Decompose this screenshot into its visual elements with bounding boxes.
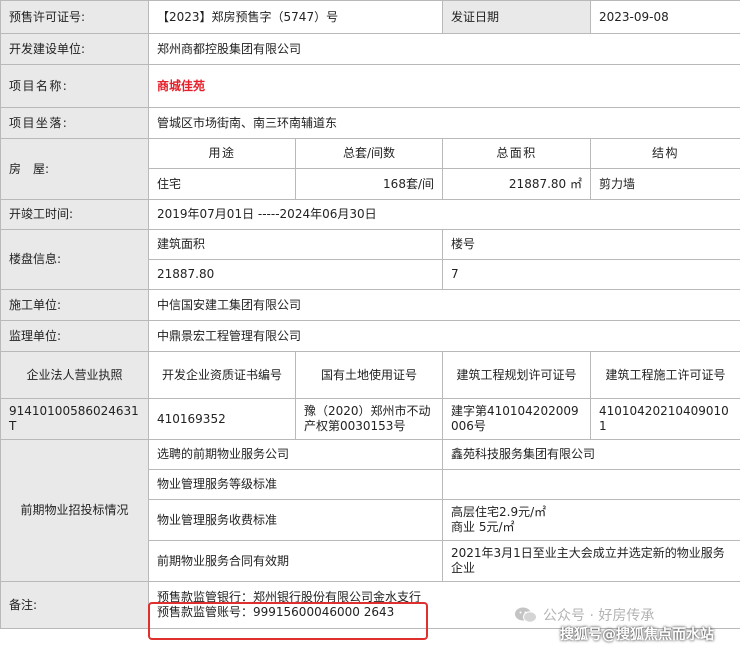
property-company-value: 鑫苑科技服务集团有限公司 <box>442 439 740 470</box>
location-label: 项目坐落: <box>0 107 149 139</box>
land-use-value: 豫（2020）郑州市不动产权第0030153号 <box>295 398 443 440</box>
permit-no-value: 【2023】郑房预售字（5747）号 <box>148 0 443 34</box>
planning-permit-value: 建字第410104202009006号 <box>442 398 591 440</box>
wechat-watermark: 公众号 · 好房传承 <box>514 606 654 624</box>
building-number-value: 7 <box>442 259 740 290</box>
location-value: 管城区市场街南、南三环南辅道东 <box>148 107 740 139</box>
issue-date-value: 2023-09-08 <box>590 0 740 34</box>
housing-header-use: 用途 <box>148 138 296 169</box>
presale-permit-table: 预售许可证号: 【2023】郑房预售字（5747）号 发证日期 2023-09-… <box>0 0 740 629</box>
business-license-value: 91410100586024631T <box>0 398 149 440</box>
housing-area-value: 21887.80 ㎡ <box>442 168 591 200</box>
property-fee-label: 物业管理服务收费标准 <box>148 499 443 541</box>
land-use-header: 国有土地使用证号 <box>295 351 443 399</box>
construction-permit-header: 建筑工程施工许可证号 <box>590 351 740 399</box>
business-license-header: 企业法人营业执照 <box>0 351 149 399</box>
building-area-value: 21887.80 <box>148 259 443 290</box>
housing-header-count: 总套/间数 <box>295 138 443 169</box>
housing-header-area: 总面积 <box>442 138 591 169</box>
housing-label: 房 屋: <box>0 138 149 200</box>
housing-header-structure: 结构 <box>590 138 740 169</box>
project-name-label: 项目名称: <box>0 64 149 108</box>
remarks-label: 备注: <box>0 581 149 629</box>
remarks-highlight-box <box>148 602 428 640</box>
sohu-watermark: 搜狐号@搜狐焦点而水站 <box>560 627 714 643</box>
wechat-icon <box>515 607 537 623</box>
qualification-header: 开发企业资质证书编号 <box>148 351 296 399</box>
property-company-label: 选聘的前期物业服务公司 <box>148 439 443 470</box>
issue-date-label: 发证日期 <box>442 0 591 34</box>
permit-no-label: 预售许可证号: <box>0 0 149 34</box>
planning-permit-header: 建筑工程规划许可证号 <box>442 351 591 399</box>
property-grade-value <box>442 469 740 500</box>
building-info-label: 楼盘信息: <box>0 229 149 290</box>
housing-count-value: 168套/间 <box>295 168 443 200</box>
property-fee-commercial: 商业 5元/㎡ <box>451 520 515 534</box>
contractor-value: 中信国安建工集团有限公司 <box>148 289 740 321</box>
developer-value: 郑州商都控股集团有限公司 <box>148 33 740 65</box>
property-fee-value: 高层住宅2.9元/㎡ 商业 5元/㎡ <box>442 499 740 541</box>
property-grade-label: 物业管理服务等级标准 <box>148 469 443 500</box>
wechat-watermark-text: 公众号 · 好房传承 <box>543 608 655 624</box>
project-name-value: 商城佳苑 <box>148 64 740 108</box>
building-number-header: 楼号 <box>442 229 740 260</box>
construction-permit-value: 410104202104090101 <box>590 398 740 440</box>
supervisor-label: 监理单位: <box>0 320 149 352</box>
contractor-label: 施工单位: <box>0 289 149 321</box>
developer-label: 开发建设单位: <box>0 33 149 65</box>
housing-structure-value: 剪力墙 <box>590 168 740 200</box>
property-contract-label: 前期物业服务合同有效期 <box>148 540 443 582</box>
building-area-header: 建筑面积 <box>148 229 443 260</box>
construction-period-value: 2019年07月01日 -----2024年06月30日 <box>148 199 740 230</box>
qualification-value: 410169352 <box>148 398 296 440</box>
construction-period-label: 开竣工时间: <box>0 199 149 230</box>
property-contract-value: 2021年3月1日至业主大会成立并选定新的物业服务企业 <box>442 540 740 582</box>
supervisor-value: 中鼎景宏工程管理有限公司 <box>148 320 740 352</box>
housing-use-value: 住宅 <box>148 168 296 200</box>
property-bidding-label: 前期物业招投标情况 <box>0 439 149 582</box>
property-fee-residential: 高层住宅2.9元/㎡ <box>451 505 547 519</box>
